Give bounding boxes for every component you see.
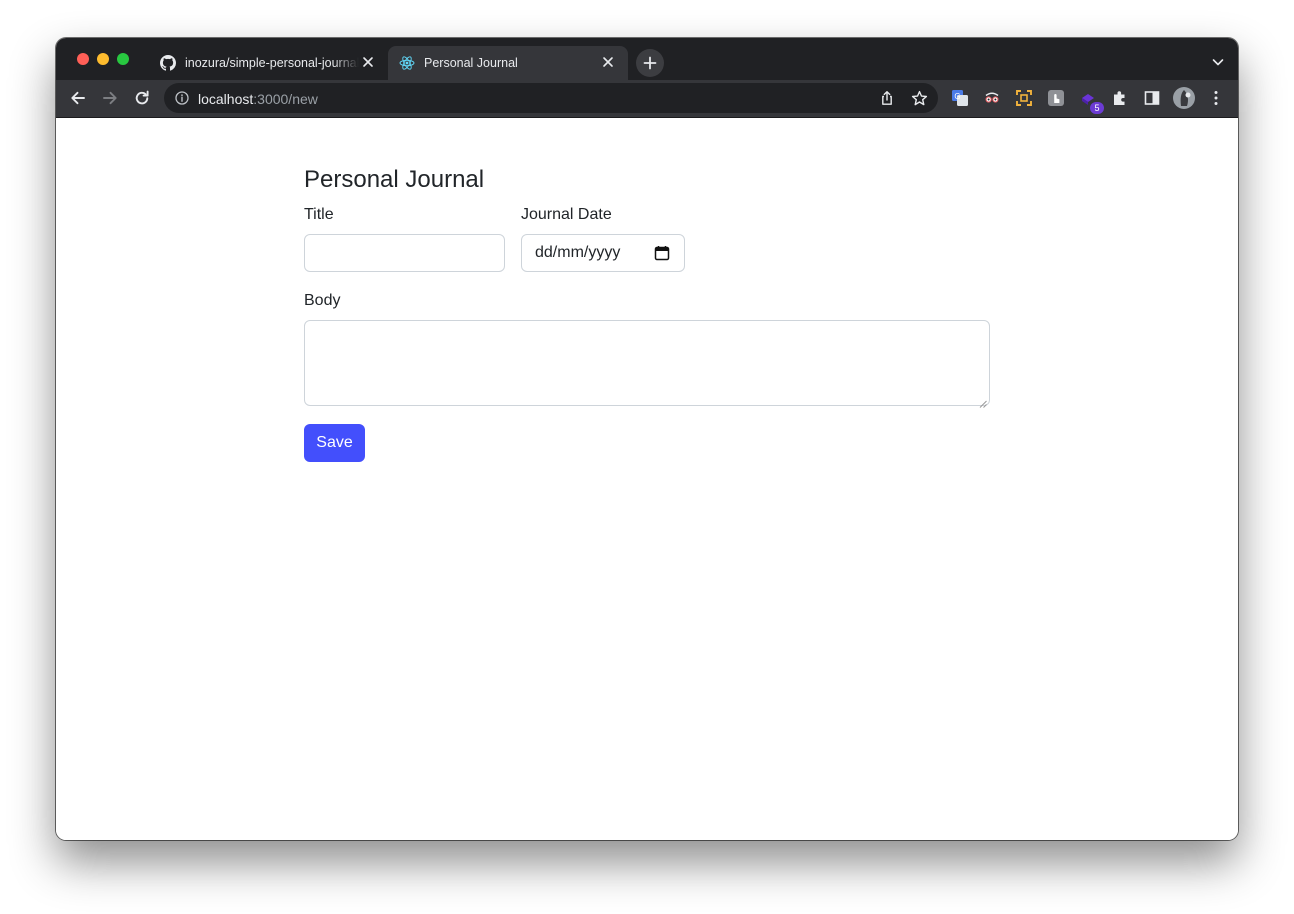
touch-extension-icon[interactable] [1047,89,1065,107]
capture-extension-icon[interactable] [1015,89,1033,107]
tab-personal-journal[interactable]: Personal Journal [388,46,628,80]
tab-github[interactable]: inozura/simple-personal-journal [148,46,388,80]
page-title: Personal Journal [304,166,485,193]
tab-title: Personal Journal [424,56,518,70]
extension-badge-count: 5 [1090,102,1104,114]
maximize-window-button[interactable] [117,53,129,65]
reload-icon[interactable] [132,88,152,108]
svg-text:G: G [954,92,960,101]
new-tab-button[interactable] [636,49,664,77]
forward-arrow-icon[interactable] [100,88,120,108]
extensions-puzzle-icon[interactable] [1111,89,1129,107]
github-icon [160,55,176,71]
url-host: localhost [198,91,254,107]
journal-date-label: Journal Date [521,206,612,223]
close-window-button[interactable] [77,53,89,65]
calendar-icon[interactable] [654,245,670,261]
url-path: :3000/new [253,91,318,107]
resize-handle-icon[interactable] [979,395,987,408]
address-bar[interactable]: localhost:3000/new [164,83,938,113]
page-content: Personal Journal Title Journal Date dd/m… [56,118,1238,840]
save-button[interactable]: Save [304,424,365,462]
more-vertical-icon[interactable] [1207,89,1225,107]
spy-extension-icon[interactable] [983,89,1001,107]
url-text: localhost:3000/new [198,91,318,107]
date-placeholder: dd/mm/yyyy [535,244,621,261]
tab-strip: inozura/simple-personal-journal Personal… [56,38,1238,80]
close-tab-icon[interactable] [602,56,614,68]
body-textarea[interactable] [304,320,990,408]
close-tab-icon[interactable] [362,56,374,68]
plus-icon [643,56,657,70]
back-arrow-icon[interactable] [68,88,88,108]
title-label: Title [304,206,334,223]
translate-extension-icon[interactable]: G [951,89,969,107]
browser-window: inozura/simple-personal-journal Personal… [56,38,1238,840]
body-label: Body [304,292,341,309]
bookmark-star-icon[interactable] [909,88,929,108]
journal-date-input[interactable]: dd/mm/yyyy [521,234,685,272]
profile-avatar[interactable] [1173,87,1195,109]
chevron-down-icon[interactable] [1212,55,1224,67]
title-input[interactable] [304,234,505,272]
browser-toolbar: localhost:3000/new G 5 [56,80,1238,118]
side-panel-icon[interactable] [1143,89,1161,107]
share-icon[interactable] [877,88,897,108]
react-icon [399,55,415,71]
tab-title: inozura/simple-personal-journal [185,56,359,70]
minimize-window-button[interactable] [97,53,109,65]
info-icon[interactable] [172,88,192,108]
